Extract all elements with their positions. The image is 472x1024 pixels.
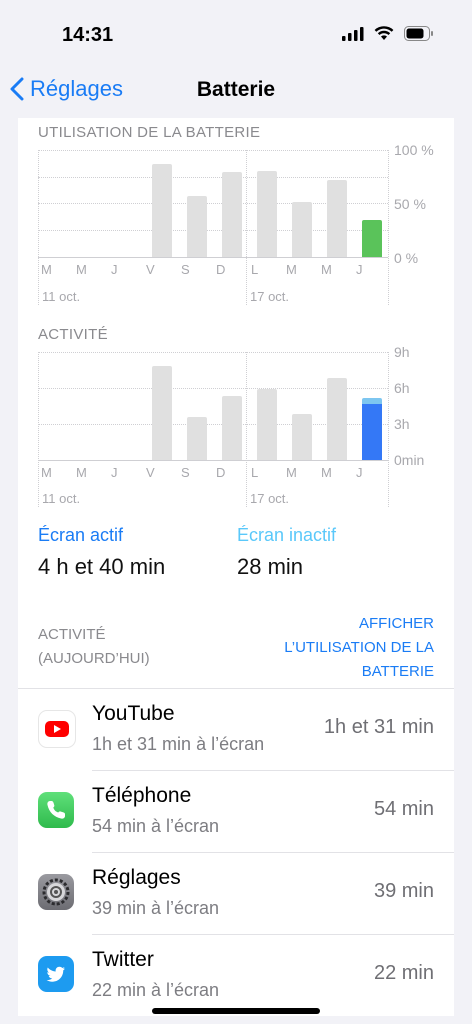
show-battery-usage-link[interactable]: AFFICHER L’UTILISATION DE LA BATTERIE <box>284 612 434 684</box>
app-detail: 1h et 31 min à l’écran <box>92 734 265 754</box>
activity-x-label: M <box>286 465 297 480</box>
link-line-3: BATTERIE <box>361 663 434 680</box>
activity-x-label: M <box>41 465 52 480</box>
app-name: YouTube <box>92 702 175 725</box>
activity-x-label: J <box>356 465 363 480</box>
settings-icon <box>38 874 74 910</box>
app-time: 22 min <box>373 962 434 984</box>
activity-bar <box>152 366 172 460</box>
activity-x-label: D <box>216 465 226 480</box>
activity-header-line-2: (AUJOURD’HUI) <box>38 650 150 667</box>
screen-off-label: Écran inactif <box>237 525 337 545</box>
activity-header-line-1: ACTIVITÉ <box>38 626 106 643</box>
app-time: 39 min <box>373 880 434 902</box>
activity-x-label: M <box>76 465 87 480</box>
activity-x-label: J <box>111 465 118 480</box>
app-name: Réglages <box>92 866 181 889</box>
activity-bar <box>292 414 312 460</box>
activity-x-label: S <box>181 465 190 480</box>
activity-bar <box>327 378 347 460</box>
screen-on-label: Écran actif <box>38 525 124 545</box>
back-button[interactable]: Réglages <box>10 76 123 102</box>
back-label: Réglages <box>30 76 123 101</box>
twitter-icon <box>38 956 74 992</box>
screen-off-value: 28 min <box>237 554 304 579</box>
status-time: 14:31 <box>62 24 114 46</box>
app-row-settings[interactable]: Réglages 39 min à l’écran 39 min <box>18 852 454 934</box>
activity-y-tick-0min: 0min <box>394 452 425 468</box>
screen-on-value: 4 h et 40 min <box>38 554 166 579</box>
status-bar: 14:31 <box>0 0 472 70</box>
link-line-2: L’UTILISATION DE LA <box>284 639 434 656</box>
activity-bar <box>187 416 207 460</box>
activity-x-label: M <box>321 465 332 480</box>
youtube-icon <box>38 710 76 748</box>
status-icons <box>342 26 434 41</box>
app-row-twitter[interactable]: Twitter 22 min à l’écran 22 min <box>18 934 454 1016</box>
charts-card: UTILISATION DE LA BATTERIE 100 % 50 % 0 … <box>18 118 454 688</box>
app-name: Téléphone <box>92 784 192 807</box>
activity-bar <box>257 389 277 460</box>
activity-x-label: L <box>251 465 259 480</box>
app-detail: 54 min à l’écran <box>92 816 220 836</box>
wifi-icon <box>374 26 394 40</box>
link-line-1: AFFICHER <box>359 615 434 632</box>
app-detail: 22 min à l’écran <box>92 980 220 1000</box>
activity-bar-screen-on <box>362 403 382 460</box>
activity-chart[interactable]: 9h 6h 3h 0min 11 oct. 17 oct. M M J V S D L M M J <box>18 118 454 518</box>
activity-y-tick-3h: 3h <box>394 416 410 432</box>
app-time: 1h et 31 min <box>323 716 434 738</box>
navigation-bar: Batterie Réglages <box>0 70 472 118</box>
activity-x-label: V <box>146 465 155 480</box>
app-row-phone[interactable]: Téléphone 54 min à l’écran 54 min <box>18 770 454 852</box>
activity-y-tick-9h: 9h <box>394 344 410 360</box>
app-time: 54 min <box>373 798 434 820</box>
activity-today-header: ACTIVITÉ (AUJOURD’HUI) <box>38 623 150 671</box>
cellular-signal-icon <box>342 26 364 41</box>
activity-bar <box>222 396 242 460</box>
activity-y-tick-6h: 6h <box>394 380 410 396</box>
activity-bar-screen-off <box>362 397 382 404</box>
home-indicator[interactable] <box>152 1008 320 1014</box>
app-name: Twitter <box>92 948 154 971</box>
phone-icon <box>38 792 74 828</box>
activity-date-label-1: 11 oct. <box>42 491 81 506</box>
app-detail: 39 min à l’écran <box>92 898 220 918</box>
chevron-left-icon <box>10 77 24 101</box>
battery-icon <box>404 26 433 41</box>
activity-date-label-2: 17 oct. <box>250 491 290 506</box>
app-row-youtube[interactable]: YouTube 1h et 31 min à l’écran 1h et 31 … <box>18 688 454 770</box>
